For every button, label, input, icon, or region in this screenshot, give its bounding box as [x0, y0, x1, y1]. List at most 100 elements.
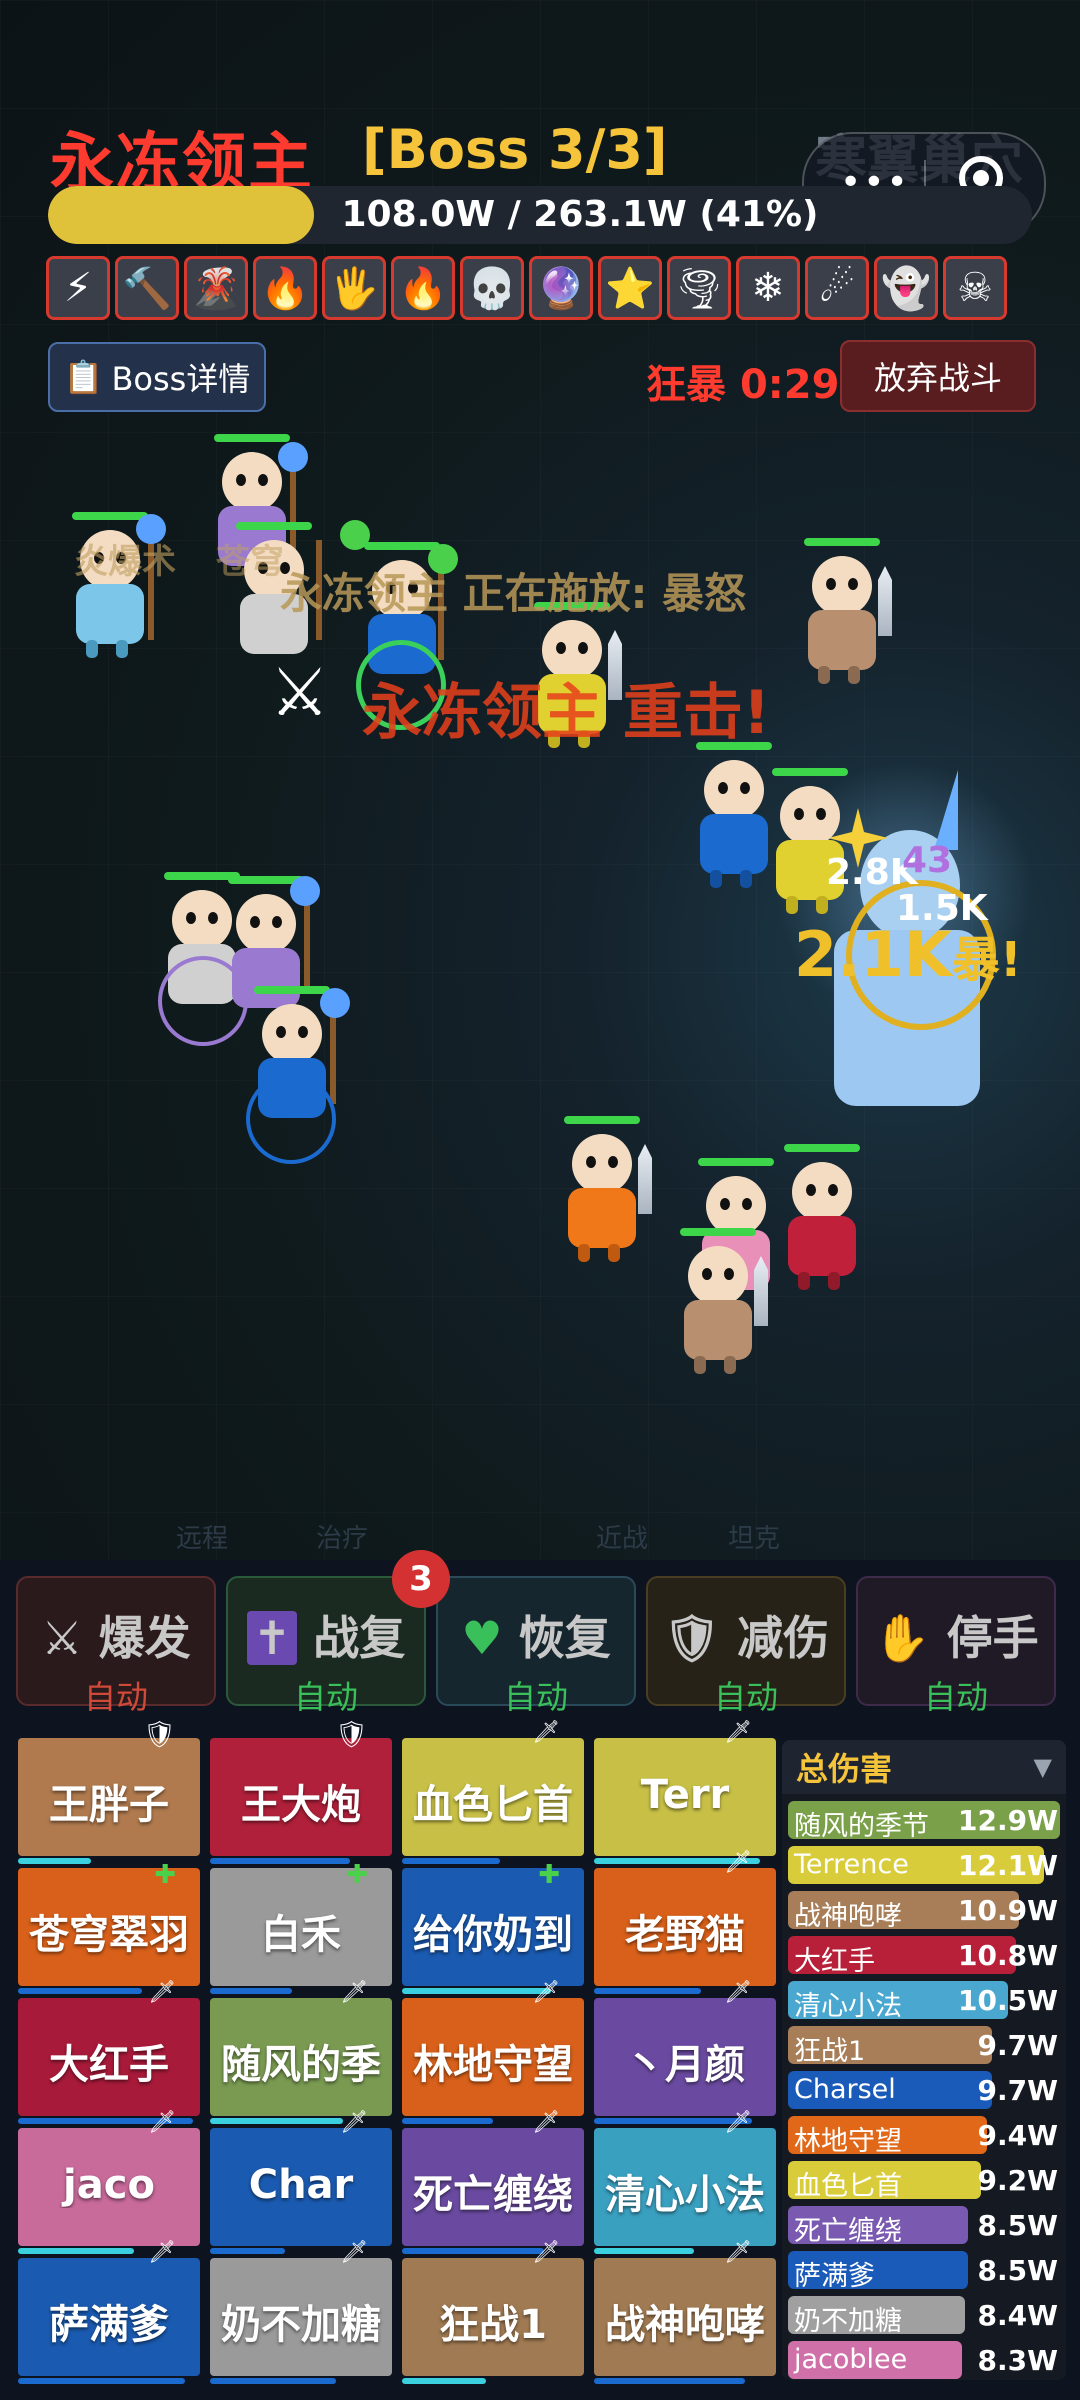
- skill-fade-text-2: 苍穹: [216, 542, 284, 582]
- unit-leg: [86, 640, 98, 658]
- unit-leg: [818, 666, 830, 684]
- party-member-slot[interactable]: 老野猫 🗡: [594, 1850, 776, 1994]
- slot-cast-bar: [210, 2378, 336, 2384]
- boss-buff-icon[interactable]: 🔮: [529, 256, 593, 320]
- boss-buff-icon[interactable]: ⭐: [598, 256, 662, 320]
- skill-mitigation-button[interactable]: 🛡 减伤 自动: [646, 1576, 846, 1716]
- lane-label-ranged: 远程: [176, 1524, 229, 1554]
- boss-buff-icon[interactable]: ⚡: [46, 256, 110, 320]
- boss-buff-icon[interactable]: 🔨: [115, 256, 179, 320]
- unit-hp-bar: [236, 522, 312, 530]
- abandon-battle-button[interactable]: 放弃战斗: [840, 340, 1036, 412]
- party-member-slot[interactable]: 大红手 🗡: [18, 1980, 200, 2124]
- boss-buff-icon[interactable]: 🌪: [667, 256, 731, 320]
- party-member-slot[interactable]: 战神咆哮 🗡: [594, 2240, 776, 2384]
- party-member-name: 狂战1: [439, 2302, 547, 2348]
- party-member-slot[interactable]: 狂战1 🗡: [402, 2240, 584, 2384]
- damage-meter-header[interactable]: 总伤害 ▼: [782, 1740, 1066, 1794]
- damage-row: 萨满爹 8.5W: [788, 2251, 1060, 2292]
- boss-buff-icon[interactable]: 🔥: [253, 256, 317, 320]
- boss-detail-button[interactable]: 📋 Boss详情: [48, 342, 266, 412]
- skill-name: ♥ 恢复: [461, 1611, 611, 1665]
- party-member-slot[interactable]: 王大炮 🛡: [210, 1720, 392, 1864]
- dagger-icon: 🗡: [532, 2240, 560, 2265]
- party-member-slot[interactable]: jaco 🗡: [18, 2110, 200, 2254]
- damage-value: 12.9W: [958, 1804, 1058, 1837]
- party-member-slot[interactable]: 丶月颜 🗡: [594, 1980, 776, 2124]
- dagger-icon: 🗡: [724, 1850, 752, 1875]
- unit-leg: [608, 1244, 620, 1262]
- boss-buff-icon[interactable]: 🌋: [184, 256, 248, 320]
- party-member-slot[interactable]: 死亡缠绕 🗡: [402, 2110, 584, 2254]
- orb-icon: [320, 988, 350, 1018]
- skill-revive-button[interactable]: ✝ 战复 自动: [226, 1576, 426, 1716]
- party-member-slot[interactable]: 随风的季 🗡: [210, 1980, 392, 2124]
- damage-row: 血色匕首 9.2W: [788, 2161, 1060, 2202]
- skill-name: ✝ 战复: [228, 1602, 424, 1668]
- slot-cast-bar: [18, 2248, 135, 2254]
- skill-auto-label: 自动: [503, 1678, 568, 1716]
- skill-notification-badge: 3: [392, 1550, 450, 1608]
- unit-hp-bar: [254, 986, 330, 994]
- damage-player-name: Terrence: [794, 1849, 909, 1880]
- boss-buff-icon[interactable]: ☠: [943, 256, 1007, 320]
- skill-auto-label: 自动: [293, 1678, 358, 1716]
- party-member-slot[interactable]: Char 🗡: [210, 2110, 392, 2254]
- party-member-name: Terr: [640, 1772, 730, 1818]
- damage-row: 林地守望 9.4W: [788, 2116, 1060, 2157]
- damage-value: 8.4W: [977, 2299, 1059, 2332]
- party-member-slot[interactable]: 白禾 ✚: [210, 1860, 392, 1994]
- party-member-name: 战神咆哮: [605, 2302, 765, 2348]
- unit-leg: [816, 896, 828, 914]
- party-member-slot[interactable]: 苍穹翠羽 ✚: [18, 1860, 200, 1994]
- boss-buff-icon[interactable]: ❄: [736, 256, 800, 320]
- boss-buff-icon[interactable]: 💀: [460, 256, 524, 320]
- boss-buff-icon[interactable]: 👻: [874, 256, 938, 320]
- damage-row: 清心小法 10.5W: [788, 1981, 1060, 2022]
- party-member-name: Char: [248, 2162, 354, 2208]
- party-member-name: 大红手: [49, 2042, 169, 2088]
- damage-player-name: jacoblee: [794, 2344, 908, 2375]
- party-member-slot[interactable]: 奶不加糖 🗡: [210, 2240, 392, 2384]
- skill-heal-button[interactable]: ♥ 恢复 自动: [436, 1576, 636, 1716]
- party-member-slot[interactable]: 王胖子 🛡: [18, 1720, 200, 1864]
- damage-value: 9.2W: [977, 2164, 1059, 2197]
- slot-cast-bar: [210, 1858, 351, 1864]
- damage-value: 8.5W: [977, 2209, 1059, 2242]
- party-member-slot[interactable]: 林地守望 🗡: [402, 1980, 584, 2124]
- dagger-icon: 🗡: [532, 2110, 560, 2135]
- damage-player-name: 奶不加糖: [794, 2306, 902, 2337]
- boss-buff-icon[interactable]: 🔥: [391, 256, 455, 320]
- boss-cast-text: 永冻领主 正在施放: 暴怒: [280, 569, 747, 618]
- unit-head: [172, 890, 232, 950]
- dagger-icon: 🗡: [340, 2240, 368, 2265]
- unit-hp-bar: [364, 542, 440, 550]
- damage-row: 大红手 10.8W: [788, 1936, 1060, 1977]
- party-member-slot[interactable]: 清心小法 🗡: [594, 2110, 776, 2254]
- skill-name: ✋ 停手: [873, 1611, 1039, 1665]
- healer-cross-icon: ✚: [538, 1860, 560, 1890]
- skill-burst-button[interactable]: ⚔ 爆发 自动: [16, 1576, 216, 1716]
- slot-cast-bar: [594, 2378, 746, 2384]
- damage-row: 死亡缠绕 8.5W: [788, 2206, 1060, 2247]
- party-member-slot[interactable]: 给你奶到 ✚: [402, 1860, 584, 1994]
- party-member-slot[interactable]: 萨满爹 🗡: [18, 2240, 200, 2384]
- damage-row: 随风的季节 12.9W: [788, 1801, 1060, 1842]
- damage-row: Charsel 9.7W: [788, 2071, 1060, 2109]
- boss-buff-icon[interactable]: ☄: [805, 256, 869, 320]
- shield-icon: 🛡: [662, 1611, 722, 1665]
- tank-shield-icon: 🛡: [334, 1720, 368, 1750]
- dagger-icon: 🗡: [148, 2240, 176, 2265]
- party-member-slot[interactable]: 血色匕首 🗡: [402, 1720, 584, 1864]
- boss-buff-icon[interactable]: 🖐: [322, 256, 386, 320]
- slot-cast-bar: [402, 1988, 552, 1994]
- dropdown-triangle-icon[interactable]: ▼: [1034, 1753, 1052, 1781]
- party-member-name: 白禾: [261, 1912, 341, 1958]
- skill-stop-button[interactable]: ✋ 停手 自动: [856, 1576, 1056, 1716]
- damage-player-name: 随风的季节: [794, 1811, 929, 1842]
- crit-value: 2.1K: [794, 918, 952, 991]
- damage-value: 10.8W: [958, 1939, 1058, 1972]
- party-member-slot[interactable]: Terr 🗡: [594, 1720, 776, 1864]
- damage-player-name: 萨满爹: [794, 2261, 875, 2292]
- unit-head: [812, 556, 872, 616]
